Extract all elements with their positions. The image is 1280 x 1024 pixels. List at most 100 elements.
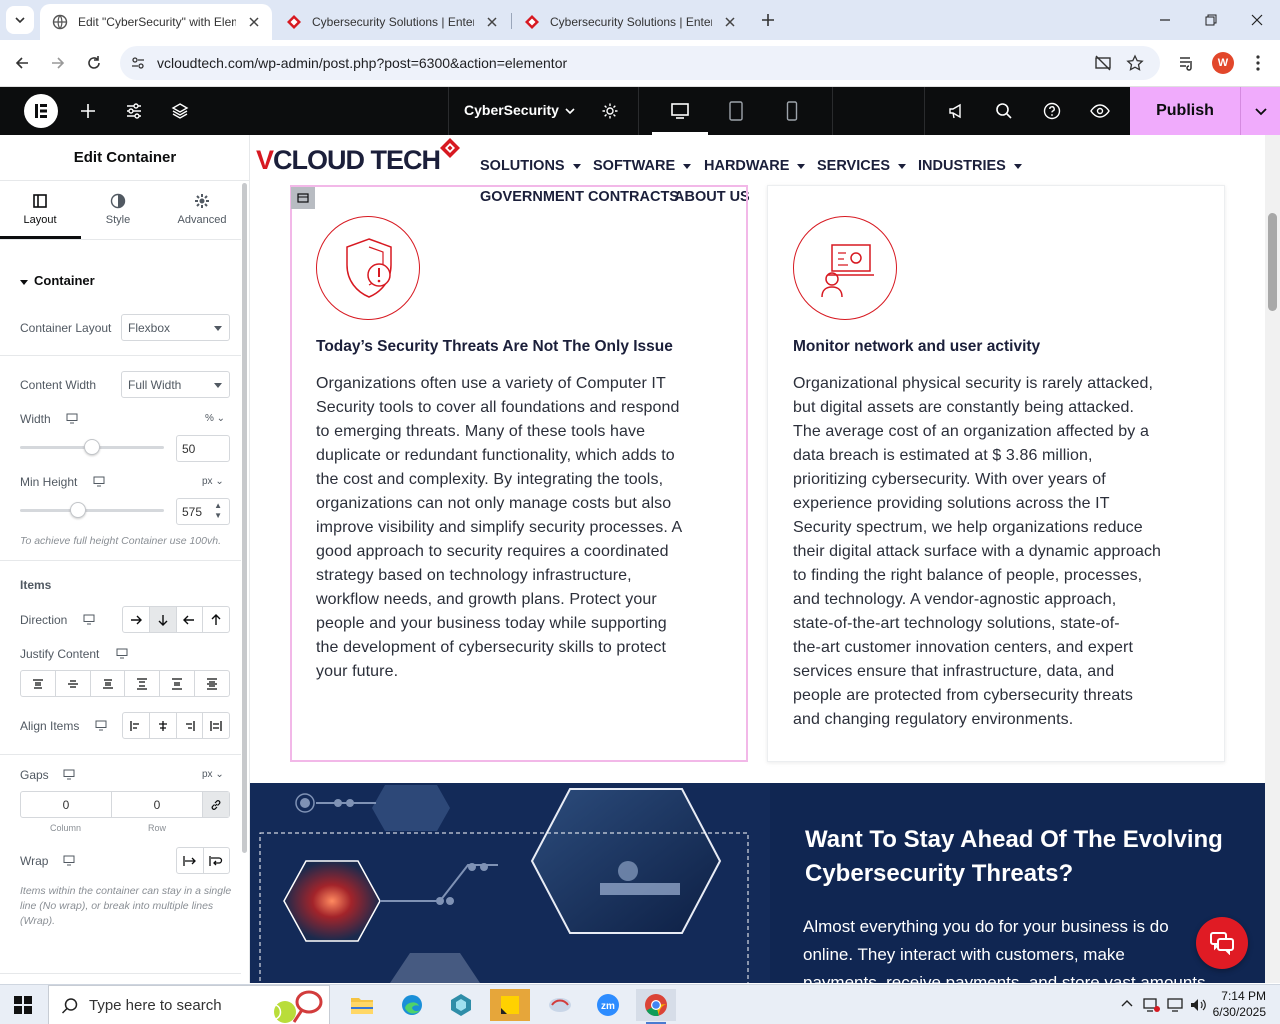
justify-start-icon[interactable] (21, 671, 55, 696)
direction-row-arrow-right-icon[interactable] (123, 607, 149, 632)
width-input[interactable]: 50 (176, 435, 230, 462)
reload-icon[interactable] (84, 53, 104, 73)
network-icon[interactable] (1143, 997, 1161, 1013)
min-height-slider[interactable] (20, 502, 164, 518)
no-wrap-icon[interactable] (177, 848, 203, 873)
responsive-desktop-icon[interactable] (95, 720, 107, 731)
align-center-icon[interactable] (148, 713, 176, 738)
responsive-desktop-icon[interactable] (66, 413, 78, 424)
site-settings-sliders-icon[interactable] (124, 101, 144, 121)
publish-options-chevron-icon[interactable] (1240, 87, 1280, 135)
tab-search-button[interactable] (6, 6, 34, 34)
profile-avatar[interactable]: W (1212, 52, 1234, 74)
windows-start-icon[interactable] (14, 996, 32, 1014)
mobile-view-icon[interactable] (782, 101, 802, 121)
edge-browser-icon[interactable] (392, 989, 432, 1021)
justify-end-icon[interactable] (89, 671, 125, 696)
tablet-view-icon[interactable] (726, 101, 746, 121)
page-settings-gear-icon[interactable] (600, 101, 620, 121)
file-explorer-icon[interactable] (342, 989, 382, 1021)
tab-edit-cybersecurity[interactable]: Edit "CyberSecurity" with Elementor (40, 4, 272, 40)
tab-advanced[interactable]: Advanced (162, 193, 242, 241)
structure-layers-icon[interactable] (170, 101, 190, 121)
back-arrow-icon[interactable] (12, 53, 32, 73)
restore-icon[interactable] (1201, 10, 1221, 30)
tab-close-icon[interactable] (722, 14, 738, 30)
panel-scrollbar[interactable] (242, 183, 247, 853)
snipping-tool-icon[interactable] (540, 989, 580, 1021)
chevron-down-icon[interactable] (560, 101, 580, 121)
help-icon[interactable] (1042, 101, 1062, 121)
nav-software[interactable]: SOFTWARE (593, 158, 692, 174)
justify-space-between-icon[interactable] (124, 671, 159, 696)
align-start-icon[interactable] (123, 713, 149, 738)
preview-eye-icon[interactable] (1090, 101, 1110, 121)
width-slider-handle[interactable] (84, 439, 100, 455)
link-values-icon[interactable] (203, 792, 229, 817)
tab-cybersecurity-solutions-2[interactable]: Cybersecurity Solutions | Enterprise (512, 4, 748, 40)
direction-column-reverse-arrow-up-icon[interactable] (202, 607, 229, 632)
min-height-unit-select[interactable]: px ⌄ (202, 476, 224, 487)
media-controls-icon[interactable] (1178, 54, 1196, 72)
chrome-browser-icon[interactable] (636, 989, 676, 1024)
taskbar-search-box[interactable]: Type here to search (48, 985, 330, 1024)
min-height-input[interactable]: 575 ▲ ▼ (176, 498, 230, 525)
new-tab-plus-icon[interactable] (758, 10, 778, 30)
whats-new-megaphone-icon[interactable] (946, 101, 966, 121)
direction-row-reverse-arrow-left-icon[interactable] (175, 607, 203, 632)
chat-bubble-icon[interactable] (1196, 917, 1248, 969)
responsive-desktop-icon[interactable] (93, 476, 105, 487)
more-vert-icon[interactable] (1250, 54, 1266, 72)
min-height-slider-handle[interactable] (69, 502, 86, 518)
display-icon[interactable] (1167, 997, 1185, 1013)
sticky-notes-icon[interactable] (490, 989, 530, 1021)
gap-row-input[interactable]: 0 (112, 792, 203, 817)
section-toggle-container[interactable]: Container (20, 273, 95, 288)
container-handle-icon[interactable] (291, 187, 315, 209)
tab-cybersecurity-solutions-1[interactable]: Cybersecurity Solutions | Enterprise (274, 4, 510, 40)
window-close-icon[interactable] (1247, 10, 1267, 30)
gaps-unit-select[interactable]: px ⌄ (202, 769, 224, 780)
align-stretch-icon[interactable] (202, 713, 229, 738)
add-element-plus-icon[interactable] (78, 101, 98, 121)
canvas-scrollbar[interactable] (1265, 135, 1280, 983)
justify-space-around-icon[interactable] (159, 671, 194, 696)
zoom-app-icon[interactable]: zm (588, 989, 628, 1021)
vcloud-tech-logo[interactable]: VCLOUD TECH (256, 145, 441, 176)
direction-column-arrow-down-icon[interactable] (148, 607, 176, 632)
tab-layout[interactable]: Layout (0, 193, 80, 241)
omnibox[interactable]: vcloudtech.com/wp-admin/post.php?post=63… (120, 46, 1160, 80)
nav-solutions[interactable]: SOLUTIONS (480, 158, 581, 174)
desktop-view-icon[interactable] (670, 101, 690, 121)
responsive-desktop-icon[interactable] (63, 855, 75, 866)
justify-space-evenly-icon[interactable] (194, 671, 229, 696)
tab-close-icon[interactable] (484, 14, 500, 30)
align-end-icon[interactable] (175, 713, 203, 738)
forward-arrow-icon[interactable] (48, 53, 68, 73)
justify-center-icon[interactable] (54, 671, 90, 696)
wrap-icon[interactable] (202, 848, 230, 873)
minimize-icon[interactable] (1155, 10, 1175, 30)
app-hexagon-icon[interactable] (441, 989, 481, 1021)
cast-off-icon[interactable] (1094, 54, 1112, 72)
responsive-desktop-icon[interactable] (116, 648, 128, 659)
nav-industries[interactable]: INDUSTRIES (918, 158, 1022, 174)
tab-close-icon[interactable] (246, 14, 262, 30)
content-width-select[interactable]: Full Width (121, 371, 230, 398)
finder-search-icon[interactable] (994, 101, 1014, 121)
volume-icon[interactable] (1190, 997, 1208, 1013)
tab-style[interactable]: Style (78, 193, 158, 241)
responsive-desktop-icon[interactable] (83, 614, 95, 625)
site-settings-icon[interactable] (130, 55, 146, 71)
nav-hardware[interactable]: HARDWARE (704, 158, 806, 174)
tray-chevron-up-icon[interactable] (1120, 997, 1134, 1011)
responsive-desktop-icon[interactable] (63, 769, 75, 780)
publish-button[interactable]: Publish (1130, 87, 1240, 135)
elementor-logo-icon[interactable] (24, 94, 58, 128)
page-title-dropdown[interactable]: CyberSecurity (464, 102, 559, 118)
nav-services[interactable]: SERVICES (817, 158, 907, 174)
url-text[interactable]: vcloudtech.com/wp-admin/post.php?post=63… (157, 55, 567, 71)
container-layout-select[interactable]: Flexbox (121, 314, 230, 341)
gap-column-input[interactable]: 0 (21, 792, 112, 817)
width-slider[interactable] (20, 439, 164, 455)
